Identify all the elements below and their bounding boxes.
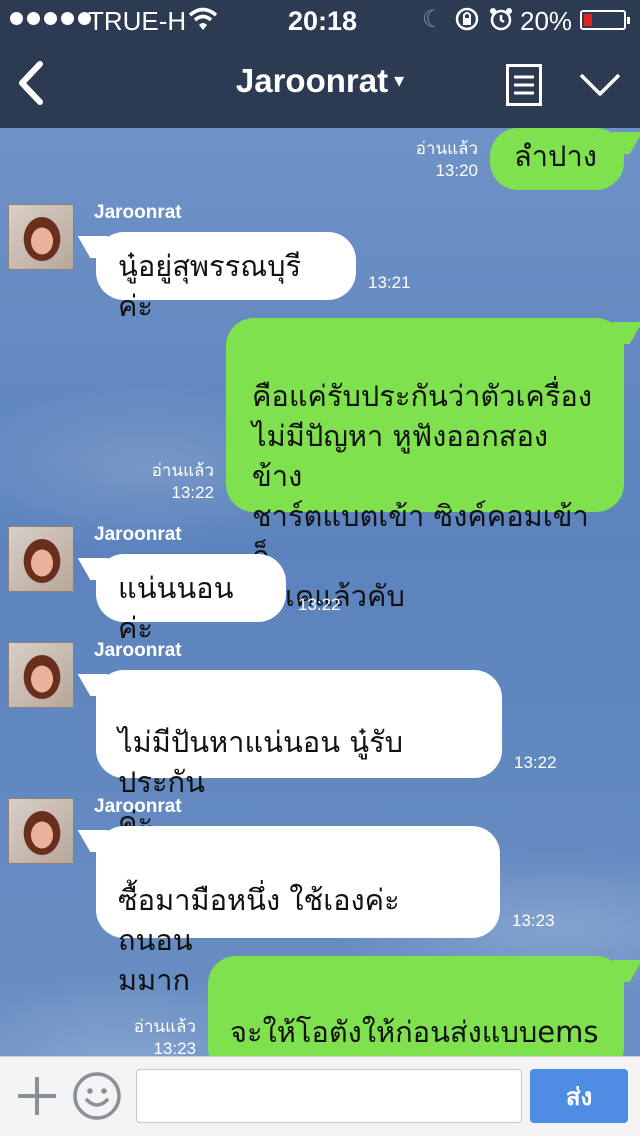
message-text: นู๋อยู่สุพรรณบุรีค่ะ [118,249,302,323]
incoming-message-bubble[interactable]: ไม่มีปันหาแน่นอน นู๋รับประกัน ค่ะ [96,670,502,839]
message-meta: อ่านแล้ว 13:23 [118,1016,196,1056]
avatar[interactable] [8,798,74,864]
battery-icon [580,10,630,30]
sender-name: Jaroonrat [94,202,182,223]
message-text: จะให้โอตังให้ก่อนส่งแบบems หรือ พกง คับ [230,1015,599,1056]
rotation-lock-icon [455,7,479,31]
menu-icon[interactable] [506,64,542,106]
plus-icon[interactable] [14,1073,60,1119]
chat-title[interactable]: Jaroonrat ▾ [0,62,640,100]
sender-name: Jaroonrat [94,640,182,661]
incoming-message-bubble[interactable]: นู๋อยู่สุพรรณบุรีค่ะ [96,232,356,323]
alarm-icon [490,8,512,31]
outgoing-message-bubble[interactable]: จะให้โอตังให้ก่อนส่งแบบems หรือ พกง คับ [208,956,624,1056]
carrier-label: TRUE-H [88,6,187,36]
avatar[interactable] [8,642,74,708]
message-time: 13:23 [153,1039,196,1056]
read-receipt: อ่านแล้ว [133,1017,196,1036]
status-bar: TRUE-H 20:18 ☾ 20% [0,0,640,40]
outgoing-message-bubble[interactable]: คือแค่รับประกันว่าตัวเครื่อง ไม่มีปัญหา … [226,318,624,613]
chat-header: Jaroonrat ▾ [0,40,640,128]
battery-fill [584,14,592,26]
message-time: 13:20 [435,161,478,180]
message-meta: อ่านแล้ว 13:22 [136,460,214,504]
emoji-icon[interactable] [72,1071,122,1121]
collapse-icon[interactable] [578,70,622,100]
clock: 20:18 [288,6,358,36]
message-time: 13:22 [298,595,341,614]
avatar[interactable] [8,526,74,592]
message-text: ลำปาง [514,139,597,173]
incoming-message-bubble[interactable]: แน่นนอนค่ะ [96,554,286,645]
wifi-icon [188,7,218,30]
read-receipt: อ่านแล้ว [415,139,478,158]
message-time: 13:22 [514,753,557,772]
message-time: 13:23 [512,911,555,930]
message-time: 13:22 [171,483,214,502]
sender-name: Jaroonrat [94,796,182,817]
moon-icon: ☾ [422,6,444,33]
avatar[interactable] [8,204,74,270]
message-text: แน่นนอนค่ะ [118,571,234,645]
message-time: 13:21 [368,273,411,292]
incoming-message-bubble[interactable]: ซื้อมามือหนึ่ง ใช้เองค่ะ ถนอน มมาก [96,826,500,997]
read-receipt: อ่านแล้ว [151,461,214,480]
battery-percent: 20% [520,6,573,36]
message-input-bar: ส่ง [0,1056,640,1136]
chevron-down-icon: ▾ [394,70,405,92]
chat-title-label: Jaroonrat [235,62,389,99]
send-button[interactable]: ส่ง [530,1069,628,1123]
message-text: ไม่มีปันหาแน่นอน นู๋รับประกัน ค่ะ [118,725,404,839]
sender-name: Jaroonrat [94,524,182,545]
outgoing-message-bubble[interactable]: ลำปาง [490,128,624,190]
signal-dots-icon [10,12,91,25]
message-text: คือแค่รับประกันว่าตัวเครื่อง ไม่มีปัญหา … [252,379,592,613]
message-input[interactable] [136,1069,522,1123]
message-meta: อ่านแล้ว 13:20 [400,138,478,182]
chat-area[interactable]: อ่านแล้ว 13:20 ลำปาง Jaroonrat นู๋อยู่สุ… [0,128,640,1056]
